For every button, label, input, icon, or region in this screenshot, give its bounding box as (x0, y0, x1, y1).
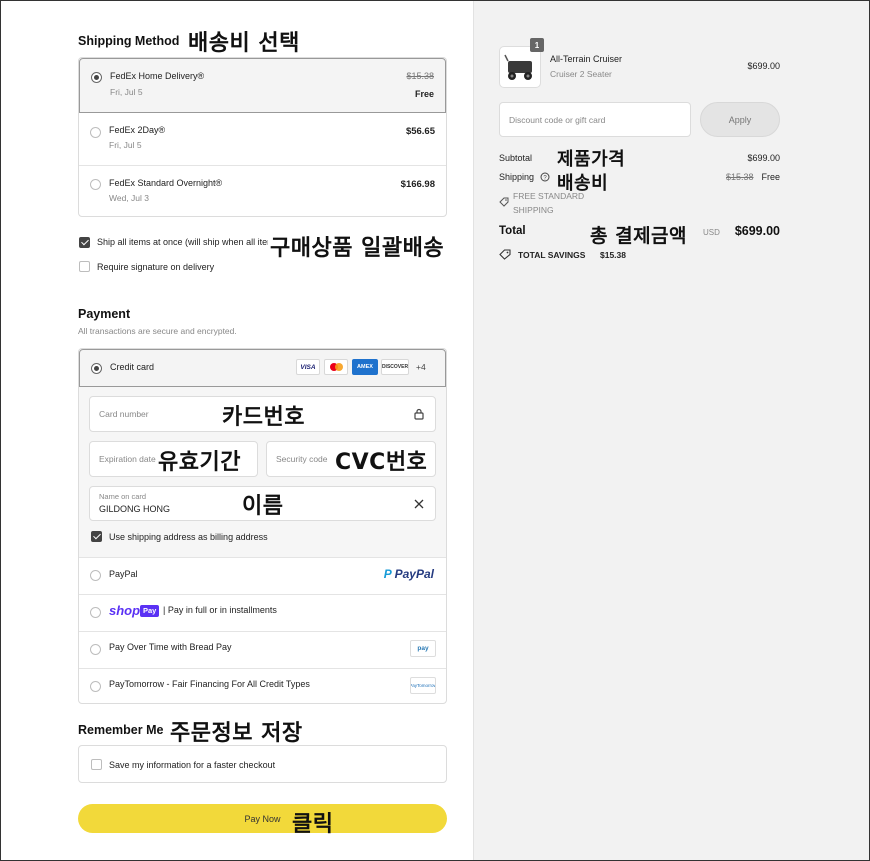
product-variant: Cruiser 2 Seater (550, 69, 612, 79)
billing-address-checkbox[interactable] (91, 531, 102, 542)
subtotal-value: $699.00 (747, 153, 780, 163)
signature-label: Require signature on delivery (97, 262, 215, 272)
discount-placeholder: Discount code or gift card (509, 115, 606, 125)
shipping-option-price: Free (414, 89, 434, 99)
payment-option-paytomorrow[interactable]: PayTomorrow - Fair Financing For All Cre… (79, 669, 446, 704)
shoppay-label: | Pay in full or in installments (163, 605, 277, 615)
save-info-checkbox[interactable] (91, 759, 102, 770)
mastercard-icon (324, 359, 348, 375)
remember-me-title: Remember Me (78, 723, 164, 737)
tag-icon (499, 197, 509, 207)
expiration-placeholder: Expiration date (99, 454, 156, 464)
more-cards-count: +4 (416, 362, 426, 372)
payment-radio[interactable] (90, 644, 101, 655)
card-number-annotation: 카드번호 (222, 405, 305, 430)
expiration-annotation: 유효기간 (158, 444, 243, 476)
shipping-option-name: FedEx Standard Overnight® (109, 178, 223, 188)
currency-label: USD (703, 228, 720, 237)
shoppay-badge: Pay (140, 605, 160, 617)
lock-icon (414, 408, 424, 420)
payment-radio-selected[interactable] (91, 363, 102, 374)
billing-address-label: Use shipping address as billing address (109, 532, 268, 542)
shipping-option-price: $56.65 (405, 126, 435, 137)
shipping-method-title: Shipping Method (78, 34, 180, 48)
shipping-radio[interactable] (90, 179, 101, 190)
shipping-summary-label: Shipping (499, 172, 535, 182)
savings-tag-icon (499, 249, 511, 260)
bread-pay-logo: pay (410, 640, 436, 657)
total-value: $699.00 (734, 224, 780, 238)
total-savings-label: TOTAL SAVINGS (518, 250, 586, 260)
name-on-card-value: GILDONG HONG (99, 504, 171, 514)
discover-icon: DISCOVER (381, 359, 409, 375)
shipping-option-date: Fri, Jul 5 (109, 140, 142, 150)
payment-subtitle: All transactions are secure and encrypte… (78, 326, 237, 336)
payment-option-shoppay[interactable]: shop Pay | Pay in full or in installment… (79, 595, 446, 631)
subtotal-label: Subtotal (499, 153, 533, 163)
discount-code-input[interactable]: Discount code or gift card (499, 102, 691, 137)
shipping-option-price: $166.98 (400, 179, 435, 190)
paytomorrow-logo: PayTomorrow (410, 677, 436, 694)
shipping-option-date: Wed, Jul 3 (109, 193, 150, 203)
paypal-logo: P PayPal (384, 567, 434, 581)
shipping-radio[interactable] (90, 127, 101, 138)
shipping-old-price: $15.38 (406, 71, 434, 81)
shipping-radio-selected[interactable] (91, 72, 102, 83)
paypal-logo-text: PayPal (394, 567, 434, 581)
ship-all-checkbox[interactable] (79, 237, 90, 248)
wagon-icon (504, 54, 532, 80)
payment-radio[interactable] (90, 681, 101, 692)
paytomorrow-label: PayTomorrow - Fair Financing For All Cre… (109, 679, 310, 689)
total-label: Total (499, 225, 526, 237)
bread-label: Pay Over Time with Bread Pay (109, 642, 232, 652)
total-savings-value: $15.38 (600, 250, 626, 260)
apply-label: Apply (728, 114, 752, 125)
shipping-option-name: FedEx Home Delivery® (110, 71, 205, 81)
paypal-p-icon: P (383, 567, 392, 581)
name-annotation: 이름 (242, 494, 284, 519)
shipping-option-home-delivery[interactable]: FedEx Home Delivery® Fri, Jul 5 $15.38 F… (79, 58, 446, 113)
shipping-option-name: FedEx 2Day® (109, 125, 166, 135)
pay-now-label: Pay Now (244, 813, 281, 824)
visa-icon: VISA (296, 359, 320, 375)
product-thumbnail (499, 46, 541, 88)
payment-option-paypal[interactable]: PayPal P PayPal (79, 558, 446, 594)
ship-all-annotation: 구매상품 일괄배송 (268, 230, 447, 262)
security-code-annotation: CVC번호 (335, 450, 428, 475)
signature-checkbox[interactable] (79, 261, 90, 272)
security-code-placeholder: Security code (276, 454, 328, 464)
save-info-label: Save my information for a faster checkou… (109, 760, 276, 770)
shipping-option-overnight[interactable]: FedEx Standard Overnight® Wed, Jul 3 $16… (79, 166, 446, 217)
payment-radio[interactable] (90, 570, 101, 581)
credit-card-label: Credit card (110, 362, 155, 372)
product-price: $699.00 (747, 61, 780, 71)
payment-radio[interactable] (90, 607, 101, 618)
free-shipping-label: FREE STANDARD SHIPPING (513, 191, 585, 215)
shipping-annotation: 배송비 선택 (188, 31, 300, 56)
payment-title: Payment (78, 307, 131, 321)
payment-option-bread[interactable]: Pay Over Time with Bread Pay pay (79, 632, 446, 668)
pay-now-annotation: 클릭 (292, 812, 334, 837)
amex-icon: AMEX (352, 359, 378, 375)
total-annotation: 총 결제금액 (590, 225, 688, 247)
remember-me-box: Save my information for a faster checkou… (78, 745, 447, 783)
shoppay-logo: shop (109, 603, 141, 618)
subtotal-annotation: 제품가격 (557, 149, 626, 170)
card-number-placeholder: Card number (99, 409, 149, 419)
shipping-summary-value: Free (761, 172, 780, 182)
shipping-option-2day[interactable]: FedEx 2Day® Fri, Jul 5 $56.65 (79, 113, 446, 165)
remember-me-annotation: 주문정보 저장 (170, 721, 303, 746)
paypal-label: PayPal (109, 569, 138, 579)
help-icon[interactable]: ? (540, 172, 550, 182)
shipping-summary-old: $15.38 (726, 172, 754, 182)
quantity-badge: 1 (530, 38, 544, 52)
pay-now-button[interactable]: Pay Now (78, 804, 447, 833)
clear-icon[interactable] (414, 499, 424, 509)
shipping-option-date: Fri, Jul 5 (110, 87, 143, 97)
product-name: All-Terrain Cruiser (550, 54, 623, 64)
shipping-options-box: FedEx Home Delivery® Fri, Jul 5 $15.38 F… (78, 57, 447, 217)
apply-button[interactable]: Apply (700, 102, 780, 137)
name-on-card-label: Name on card (99, 492, 147, 501)
